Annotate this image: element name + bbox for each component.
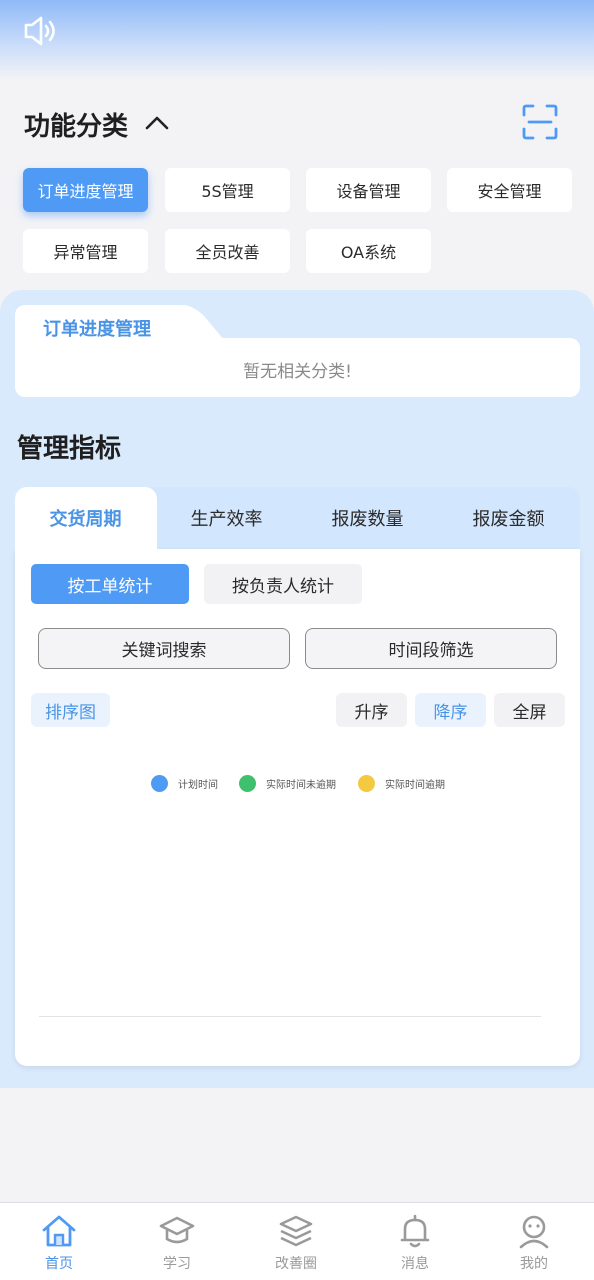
keyword-search-button[interactable]: 关键词搜索	[38, 628, 290, 669]
tab-delivery-cycle[interactable]: 交货周期	[15, 505, 156, 531]
nav-home[interactable]: 首页	[0, 1203, 118, 1280]
legend-item-on-time: 实际时间未逾期	[239, 775, 336, 792]
home-icon	[42, 1215, 76, 1247]
category-header: 功能分类	[24, 104, 570, 144]
empty-message: 暂无相关分类!	[243, 362, 352, 382]
legend-label: 计划时间	[178, 780, 218, 791]
scan-icon[interactable]	[522, 104, 558, 140]
selected-category-card: 订单进度管理 暂无相关分类!	[15, 305, 580, 397]
chip-safety[interactable]: 安全管理	[447, 168, 572, 212]
stat-by-work-order-button[interactable]: 按工单统计	[31, 564, 189, 604]
graduation-cap-icon	[159, 1216, 195, 1244]
sort-desc-button[interactable]: 降序	[415, 693, 486, 727]
nav-label-learning: 学习	[163, 1256, 191, 1272]
bell-icon	[400, 1214, 430, 1248]
layers-icon	[279, 1215, 313, 1247]
nav-profile[interactable]: 我的	[475, 1203, 593, 1280]
chip-oa-system[interactable]: OA系统	[306, 229, 431, 273]
rank-chart-label[interactable]: 排序图	[31, 693, 110, 727]
nav-improvement-circle[interactable]: 改善圈	[237, 1203, 355, 1280]
bottom-nav: 首页 学习 改善圈 消息 我的	[0, 1202, 594, 1280]
nav-learning[interactable]: 学习	[118, 1203, 236, 1280]
nav-label-messages: 消息	[401, 1256, 429, 1272]
speaker-icon[interactable]	[22, 14, 58, 48]
chip-5s[interactable]: 5S管理	[165, 168, 290, 212]
nav-label-profile: 我的	[520, 1256, 548, 1272]
chip-exception[interactable]: 异常管理	[23, 229, 148, 273]
chip-improvement[interactable]: 全员改善	[165, 229, 290, 273]
chevron-up-icon[interactable]	[144, 112, 170, 132]
top-header-band	[0, 0, 594, 80]
fullscreen-button[interactable]: 全屏	[494, 693, 565, 727]
tab-production-efficiency[interactable]: 生产效率	[156, 505, 297, 531]
chip-equipment[interactable]: 设备管理	[306, 168, 431, 212]
category-title: 功能分类	[24, 112, 129, 142]
legend-label: 实际时间未逾期	[266, 780, 336, 791]
tab-scrap-quantity[interactable]: 报废数量	[297, 505, 438, 531]
legend-dot-overdue	[358, 775, 375, 792]
nav-messages[interactable]: 消息	[356, 1203, 474, 1280]
sort-asc-button[interactable]: 升序	[336, 693, 407, 727]
legend-dot-planned	[151, 775, 168, 792]
legend-label: 实际时间逾期	[385, 780, 445, 791]
legend-item-overdue: 实际时间逾期	[358, 775, 445, 792]
indicator-body	[15, 549, 580, 1066]
stat-by-owner-button[interactable]: 按负责人统计	[204, 564, 362, 604]
chip-order-progress[interactable]: 订单进度管理	[23, 168, 148, 212]
selected-category-title: 订单进度管理	[43, 319, 151, 340]
nav-label-home: 首页	[45, 1256, 73, 1272]
legend-dot-on-time	[239, 775, 256, 792]
tab-scrap-amount[interactable]: 报废金额	[438, 505, 579, 531]
nav-label-improvement: 改善圈	[275, 1256, 317, 1272]
legend-item-planned: 计划时间	[151, 775, 218, 792]
chart-axis-line	[39, 1016, 541, 1017]
time-range-filter-button[interactable]: 时间段筛选	[305, 628, 557, 669]
management-title: 管理指标	[17, 434, 122, 464]
user-icon	[519, 1215, 549, 1249]
